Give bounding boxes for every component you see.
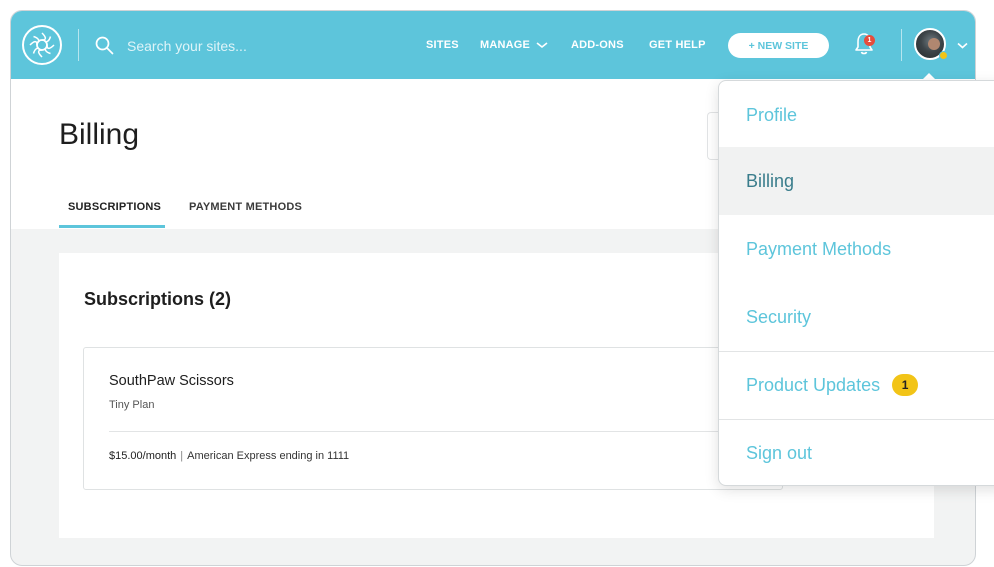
user-menu-item-billing[interactable]: Billing <box>719 147 994 215</box>
subscription-name: SouthPaw Scissors <box>109 373 234 389</box>
nav-get-help-link[interactable]: GET HELP <box>649 39 706 51</box>
menu-item-label: Product Updates <box>746 374 881 395</box>
status-dot-icon <box>939 51 948 60</box>
product-updates-badge: 1 <box>892 374 919 396</box>
flywheel-logo-icon[interactable] <box>22 25 62 65</box>
nav-manage-link[interactable]: MANAGE <box>480 39 530 51</box>
subscription-item[interactable]: SouthPaw Scissors Tiny Plan $15.00/month… <box>83 347 783 490</box>
top-navigation-bar: SITES MANAGE ADD-ONS GET HELP + NEW SITE… <box>11 11 975 79</box>
tab-payment-methods[interactable]: PAYMENT METHODS <box>189 201 302 213</box>
menu-item-label: Security <box>746 306 812 327</box>
subscription-billing-line: $15.00/month | American Express ending in … <box>109 450 349 462</box>
active-tab-indicator <box>59 225 165 228</box>
user-menu-dropdown: Profile Billing Payment Methods Security… <box>718 80 994 486</box>
tab-subscriptions[interactable]: SUBSCRIPTIONS <box>68 201 161 213</box>
subscription-divider <box>109 431 759 432</box>
menu-item-label: Profile <box>746 104 798 125</box>
user-menu-item-sign-out[interactable]: Sign out <box>719 419 994 485</box>
chevron-down-icon[interactable] <box>957 42 968 49</box>
topbar-divider <box>901 29 902 61</box>
new-site-label: + NEW SITE <box>748 39 809 52</box>
avatar-face <box>928 38 940 50</box>
subscriptions-heading: Subscriptions (2) <box>84 289 232 309</box>
menu-item-label: Payment Methods <box>746 238 892 259</box>
search-icon <box>95 36 114 55</box>
menu-item-label: Billing <box>746 170 795 191</box>
user-menu-item-security[interactable]: Security <box>719 283 994 351</box>
nav-sites-link[interactable]: SITES <box>426 39 459 51</box>
subscription-price: $15.00/month <box>109 450 177 462</box>
topbar-divider <box>78 29 79 61</box>
user-menu-item-payment-methods[interactable]: Payment Methods <box>719 215 994 283</box>
menu-item-label: Sign out <box>746 442 813 463</box>
user-menu-item-product-updates[interactable]: Product Updates 1 <box>719 351 994 419</box>
new-site-button[interactable]: + NEW SITE <box>728 33 829 58</box>
search-input[interactable] <box>127 35 357 57</box>
page-title: Billing <box>59 118 140 151</box>
nav-addons-link[interactable]: ADD-ONS <box>571 39 624 51</box>
billing-separator: | <box>180 450 184 462</box>
chevron-down-icon[interactable] <box>536 41 548 49</box>
subscription-payment-method: American Express ending in 1111 <box>187 450 350 462</box>
user-menu-item-profile[interactable]: Profile <box>719 81 994 149</box>
subscription-plan: Tiny Plan <box>109 399 155 411</box>
notification-count-badge: 1 <box>864 35 875 46</box>
